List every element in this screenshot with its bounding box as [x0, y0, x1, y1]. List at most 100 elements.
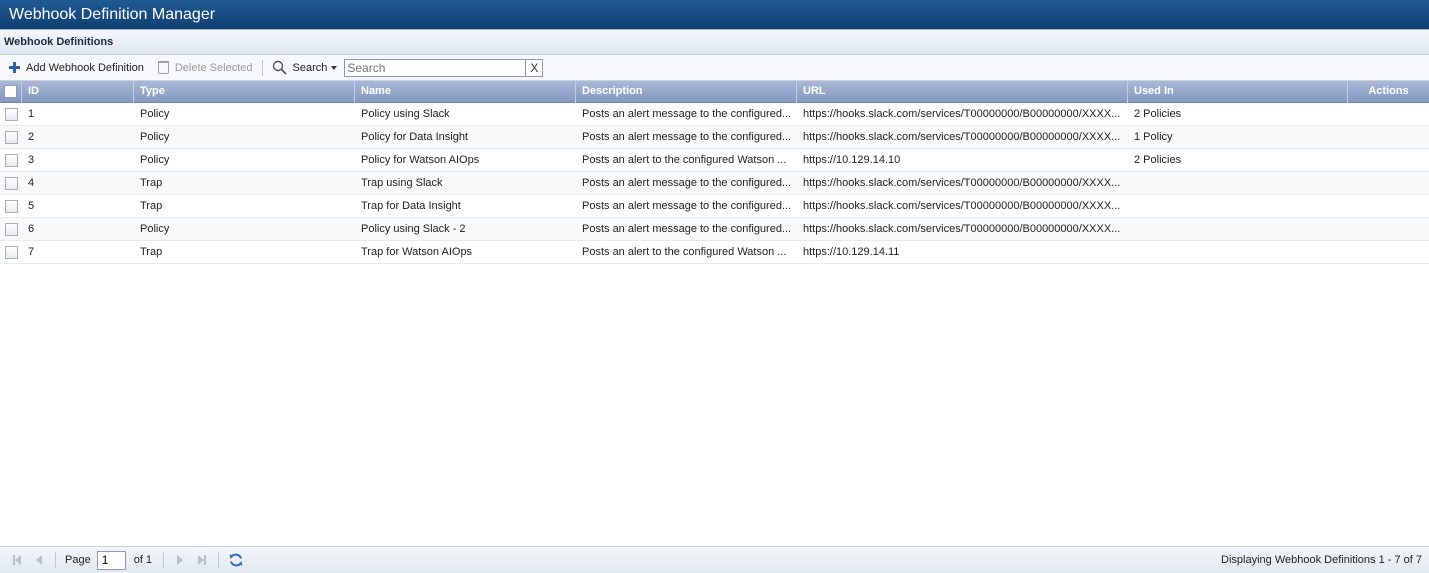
cell-url: https://10.129.14.11: [803, 246, 900, 258]
cell-id: 7: [28, 246, 35, 258]
table-row[interactable]: 6 Policy Policy using Slack - 2 Posts an…: [0, 218, 1429, 241]
table-row[interactable]: 3 Policy Policy for Watson AIOps Posts a…: [0, 149, 1429, 172]
next-page-icon: [177, 555, 184, 565]
table-row[interactable]: 4 Trap Trap using Slack Posts an alert m…: [0, 172, 1429, 195]
cell-id: 5: [28, 200, 35, 212]
row-checkbox-cell: [0, 103, 22, 125]
cell-url: https://hooks.slack.com/services/T000000…: [803, 131, 1121, 143]
cell-used-in: [1128, 172, 1348, 194]
prev-page-icon: [36, 555, 42, 565]
column-header-name[interactable]: Name: [355, 81, 576, 103]
row-checkbox[interactable]: [4, 199, 18, 213]
cell-name: Policy using Slack - 2: [361, 223, 466, 235]
cell-description: Posts an alert message to the configured…: [582, 177, 792, 189]
panel-title: Webhook Definitions: [0, 29, 1429, 55]
cell-description: Posts an alert message to the configured…: [582, 223, 792, 235]
cell-url: https://hooks.slack.com/services/T000000…: [803, 200, 1121, 212]
cell-type: Policy: [140, 223, 170, 235]
last-page-button[interactable]: [195, 553, 209, 567]
cell-actions: [1348, 172, 1429, 194]
refresh-button[interactable]: [228, 552, 244, 568]
row-checkbox-cell: [0, 241, 22, 263]
row-checkbox-cell: [0, 195, 22, 217]
table-row[interactable]: 5 Trap Trap for Data Insight Posts an al…: [0, 195, 1429, 218]
cell-used-in: [1128, 195, 1348, 217]
clear-search-button[interactable]: X: [526, 58, 544, 77]
add-webhook-button[interactable]: Add Webhook Definition: [5, 57, 148, 79]
cell-used-in: [1128, 218, 1348, 240]
row-checkbox-cell: [0, 149, 22, 171]
cell-type: Trap: [140, 246, 163, 258]
toolbar: Add Webhook Definition Delete Selected S…: [0, 55, 1429, 81]
row-checkbox-cell: [0, 218, 22, 240]
next-page-button[interactable]: [173, 553, 187, 567]
row-checkbox[interactable]: [4, 245, 18, 259]
row-checkbox[interactable]: [4, 222, 18, 236]
cell-used-in: [1128, 241, 1348, 263]
cell-type: Policy: [140, 154, 170, 166]
cell-description: Posts an alert message to the configured…: [582, 200, 792, 212]
pager-status: Displaying Webhook Definitions 1 - 7 of …: [1221, 554, 1422, 566]
cell-id: 1: [28, 108, 35, 120]
cell-type: Policy: [140, 131, 170, 143]
cell-id: 6: [28, 223, 35, 235]
cell-id: 2: [28, 131, 35, 143]
row-checkbox-cell: [0, 172, 22, 194]
cell-description: Posts an alert to the configured Watson …: [582, 246, 787, 258]
column-header-url[interactable]: URL: [797, 81, 1128, 103]
cell-name: Policy for Data Insight: [361, 131, 468, 143]
cell-type: Trap: [140, 200, 163, 212]
delete-selected-button[interactable]: Delete Selected: [154, 57, 257, 79]
column-header-used-in[interactable]: Used In: [1128, 81, 1348, 103]
search-menu-button[interactable]: Search: [268, 57, 342, 79]
first-page-button[interactable]: [10, 553, 24, 567]
cell-type: Trap: [140, 177, 163, 189]
prev-page-button[interactable]: [32, 553, 46, 567]
window-title: Webhook Definition Manager: [0, 0, 1429, 29]
pager-separator: [218, 552, 220, 568]
select-all-checkbox[interactable]: [4, 85, 17, 98]
plus-icon: [9, 62, 20, 73]
cell-url: https://hooks.slack.com/services/T000000…: [803, 177, 1121, 189]
page-count-label: of 1: [133, 554, 153, 566]
cell-name: Trap for Data Insight: [361, 200, 461, 212]
search-menu-label: Search: [292, 61, 328, 74]
column-header-id[interactable]: ID: [22, 81, 134, 103]
magnifier-icon: [272, 60, 287, 75]
cell-used-in: 1 Policy: [1134, 131, 1173, 143]
cell-url: https://hooks.slack.com/services/T000000…: [803, 108, 1121, 120]
page-label: Page: [65, 554, 91, 566]
first-page-icon: [13, 555, 21, 565]
row-checkbox[interactable]: [4, 107, 18, 121]
row-checkbox[interactable]: [4, 130, 18, 144]
last-page-icon: [198, 555, 207, 565]
cell-actions: [1348, 126, 1429, 148]
cell-name: Trap using Slack: [361, 177, 443, 189]
column-header-description[interactable]: Description: [576, 81, 797, 103]
delete-selected-label: Delete Selected: [174, 61, 253, 74]
table-row[interactable]: 1 Policy Policy using Slack Posts an ale…: [0, 103, 1429, 126]
table-row[interactable]: 2 Policy Policy for Data Insight Posts a…: [0, 126, 1429, 149]
cell-actions: [1348, 241, 1429, 263]
cell-id: 4: [28, 177, 35, 189]
table-row[interactable]: 7 Trap Trap for Watson AIOps Posts an al…: [0, 241, 1429, 264]
add-webhook-label: Add Webhook Definition: [26, 61, 144, 74]
cell-actions: [1348, 103, 1429, 125]
row-checkbox[interactable]: [4, 153, 18, 167]
page-number-input[interactable]: [96, 550, 126, 570]
chevron-down-icon: [331, 65, 338, 70]
search-input[interactable]: [344, 58, 527, 77]
cell-used-in: 2 Policies: [1134, 154, 1182, 166]
cell-description: Posts an alert message to the configured…: [582, 108, 792, 120]
row-checkbox[interactable]: [4, 176, 18, 190]
pager-separator: [163, 552, 165, 568]
row-checkbox-cell: [0, 126, 22, 148]
cell-description: Posts an alert message to the configured…: [582, 131, 792, 143]
cell-name: Trap for Watson AIOps: [361, 246, 473, 258]
cell-actions: [1348, 149, 1429, 171]
column-header-type[interactable]: Type: [134, 81, 355, 103]
cell-used-in: 2 Policies: [1134, 108, 1182, 120]
grid-header: ID Type Name Description URL Used In Act…: [0, 81, 1429, 103]
pager-toolbar: Page of 1 Displaying Webhook Definitions…: [0, 546, 1429, 573]
grid-body: 1 Policy Policy using Slack Posts an ale…: [0, 103, 1429, 264]
